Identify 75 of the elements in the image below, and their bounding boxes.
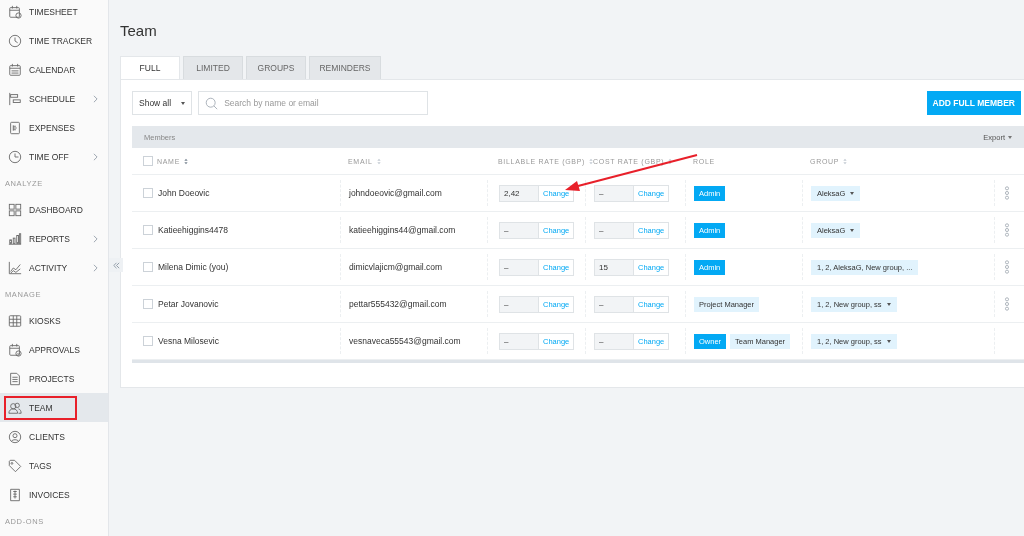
grid-icon <box>8 313 22 328</box>
row-checkbox[interactable] <box>143 299 153 309</box>
document-icon <box>8 371 22 386</box>
nav-item[interactable]: INVOICES <box>0 480 108 509</box>
nav-item[interactable]: TIME OFF <box>0 142 108 171</box>
chevron-right-icon <box>93 263 98 272</box>
nav-item[interactable]: DASHBOARD <box>0 195 108 224</box>
clock-icon <box>8 149 22 164</box>
tab[interactable]: GROUPS <box>246 56 306 79</box>
bar-chart-icon <box>8 231 22 246</box>
rate-field[interactable]: – <box>595 333 634 349</box>
area-chart-icon <box>8 260 22 275</box>
row-checkbox[interactable] <box>143 188 153 198</box>
nav-item[interactable]: REPORTS <box>0 224 108 253</box>
rate-field[interactable]: – <box>595 222 634 238</box>
rate-field[interactable]: – <box>500 296 539 312</box>
member-name: Katieehiggins4478 <box>158 225 228 235</box>
calendar-icon <box>8 62 22 77</box>
rate-field[interactable]: – <box>595 185 634 201</box>
row-checkbox[interactable] <box>143 262 153 272</box>
more-options-icon[interactable] <box>1003 186 1010 200</box>
member-email: pettar555432@gmail.com <box>349 299 447 309</box>
nav-item[interactable]: TEAM <box>0 393 108 422</box>
rate-field[interactable]: – <box>595 296 634 312</box>
select-all-checkbox[interactable] <box>143 156 153 166</box>
nav-item[interactable]: SCHEDULE <box>0 84 108 113</box>
dashboard-icon <box>8 202 22 217</box>
approval-icon <box>8 342 22 357</box>
chevron-right-icon <box>93 152 98 161</box>
person-circle-icon <box>8 429 22 444</box>
search-field[interactable]: Search by name or email <box>198 91 429 115</box>
sort-icon[interactable] <box>184 157 189 165</box>
rate-field[interactable]: 15 <box>595 259 634 275</box>
tab[interactable]: REMINDERS <box>309 56 381 79</box>
people-icon <box>8 400 22 415</box>
receipt-icon <box>8 120 22 135</box>
chevron-right-icon <box>93 234 98 243</box>
rate-field[interactable]: – <box>500 222 539 238</box>
nav-item[interactable]: ACTIVITY <box>0 253 108 282</box>
member-email: katieehiggins44@gmail.com <box>349 225 456 235</box>
invoice-icon <box>8 487 22 502</box>
row-checkbox[interactable] <box>143 225 153 235</box>
nav-item[interactable]: TAGS <box>0 451 108 480</box>
nav-item[interactable]: CLIENTS <box>0 422 108 451</box>
sort-icon[interactable] <box>668 157 673 165</box>
nav-item[interactable]: TIME TRACKER <box>0 26 108 55</box>
member-email: dimicvlajicm@gmail.com <box>349 262 443 272</box>
schedule-icon <box>8 91 22 106</box>
rate-field[interactable]: – <box>500 259 539 275</box>
timesheet-icon <box>8 4 22 19</box>
more-options-icon[interactable] <box>1003 223 1010 237</box>
tab[interactable]: LIMITED <box>183 56 243 79</box>
chevron-right-icon <box>93 94 98 103</box>
nav-item[interactable]: CALENDAR <box>0 55 108 84</box>
clock-icon <box>8 33 22 48</box>
more-options-icon[interactable] <box>1003 260 1010 274</box>
tag-icon <box>8 458 22 473</box>
member-email: vesnaveca55543@gmail.com <box>349 336 461 346</box>
rate-field[interactable]: – <box>500 333 539 349</box>
member-email: johndoeovic@gmail.com <box>349 188 442 198</box>
nav-item[interactable]: PROJECTS <box>0 364 108 393</box>
page-title: Team <box>120 22 158 39</box>
member-name: John Doeovic <box>158 188 210 198</box>
row-checkbox[interactable] <box>143 336 153 346</box>
nav-item[interactable]: TIMESHEET <box>0 0 108 26</box>
member-name: Milena Dimic (you) <box>158 262 229 272</box>
more-options-icon[interactable] <box>1003 297 1010 311</box>
rate-field[interactable]: 2,42 <box>500 185 539 201</box>
member-name: Petar Jovanovic <box>158 299 219 309</box>
nav-item[interactable]: KIOSKS <box>0 306 108 335</box>
nav-item[interactable]: APPROVALS <box>0 335 108 364</box>
member-name: Vesna Milosevic <box>158 336 219 346</box>
filter-dropdown[interactable]: Show all <box>132 91 193 115</box>
tab[interactable]: FULL <box>120 56 180 79</box>
nav-item[interactable]: EXPENSES <box>0 113 108 142</box>
